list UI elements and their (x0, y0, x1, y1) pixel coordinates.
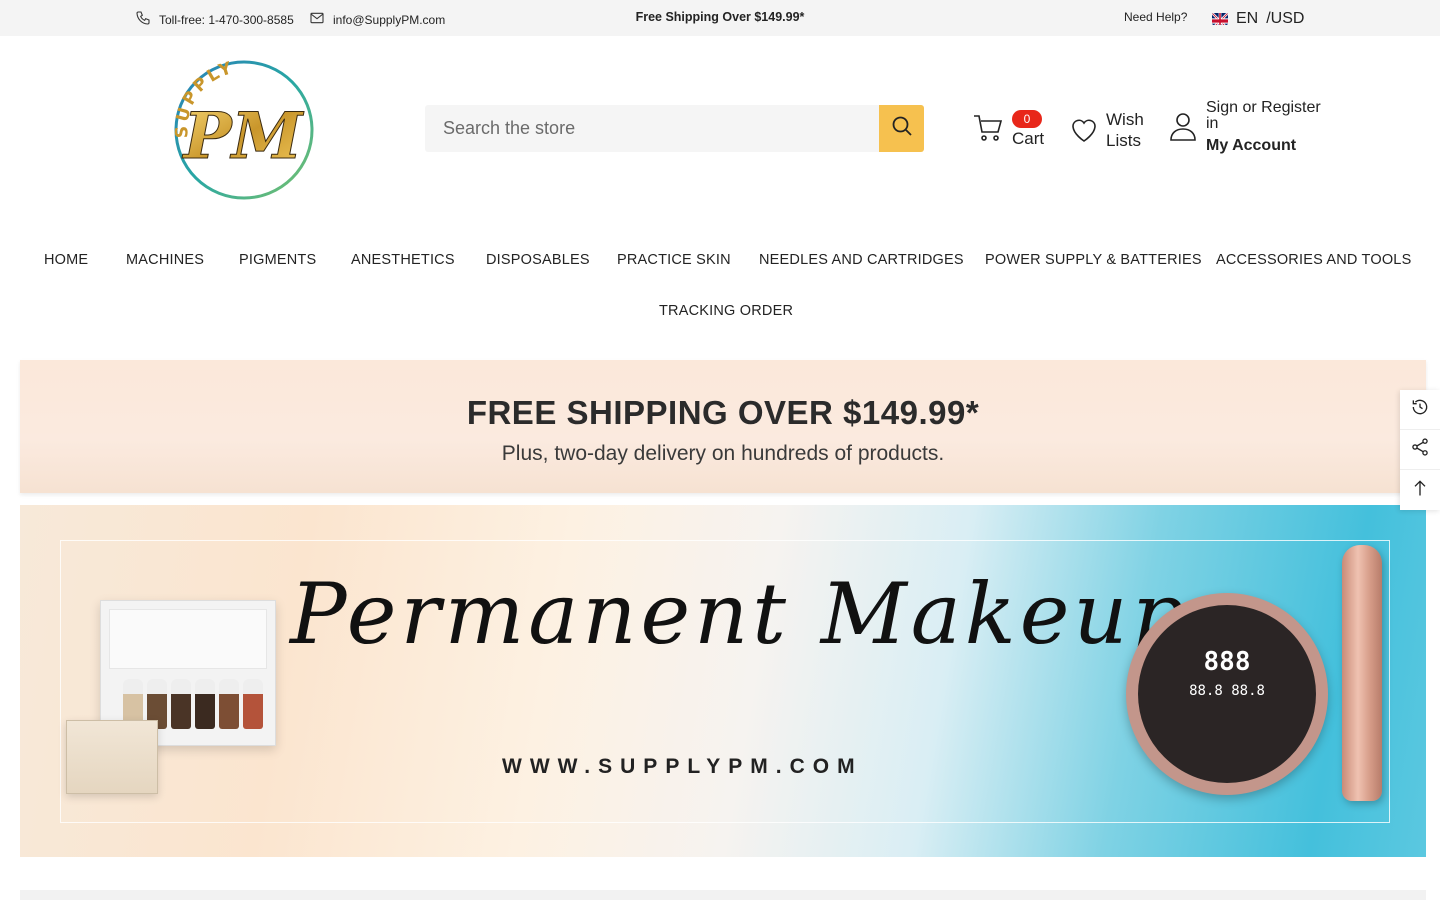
account-menu[interactable]: Sign or Register in My Account (1167, 100, 1327, 160)
nav-practice-skin[interactable]: PRACTICE SKIN (617, 252, 731, 268)
need-help-link[interactable]: Need Help? (1124, 10, 1187, 24)
arrow-up-icon (1410, 478, 1430, 503)
nav-needles-and-cartridges[interactable]: NEEDLES AND CARTRIDGES (759, 252, 964, 268)
nav-anesthetics[interactable]: ANESTHETICS (351, 252, 455, 268)
pigment-bottle (171, 679, 191, 729)
wish-lists-label: Wish Lists (1106, 110, 1144, 150)
hero-banner[interactable]: Permanent Makeup WWW.SUPPLYPM.COM 888 88… (20, 505, 1426, 857)
controller-display: 888 (1203, 647, 1251, 677)
nav-disposables[interactable]: DISPOSABLES (486, 252, 590, 268)
recently-viewed-button[interactable] (1400, 390, 1440, 430)
promo-subtitle: Plus, two-day delivery on hundreds of pr… (501, 442, 945, 465)
language-currency-selector[interactable]: EN /USD (1212, 10, 1304, 28)
nav-tracking-order[interactable]: TRACKING ORDER (659, 303, 793, 319)
top-bar: Toll-free: 1-470-300-8585 info@SupplyPM.… (0, 0, 1440, 36)
cart-button[interactable]: 0 Cart (972, 108, 1052, 152)
nav-power-supply-batteries[interactable]: POWER SUPPLY & BATTERIES (985, 252, 1202, 268)
product-box-image (66, 720, 158, 794)
search-button[interactable] (879, 105, 924, 152)
next-section-edge (20, 890, 1426, 900)
kit-lid (109, 609, 267, 669)
nav-accessories-and-tools[interactable]: ACCESSORIES AND TOOLS (1216, 252, 1411, 268)
free-shipping-banner[interactable]: FREE SHIPPING OVER $149.99* Plus, two-da… (20, 360, 1426, 493)
uk-flag-icon (1212, 13, 1228, 25)
pmu-pen-image (1342, 545, 1382, 801)
heart-icon (1068, 114, 1100, 151)
search-icon (890, 114, 914, 143)
pigment-bottle (219, 679, 239, 729)
controller-display-sub: 88.8 88.8 (1189, 683, 1265, 699)
history-icon (1410, 397, 1430, 422)
wish-lists-button[interactable]: Wish Lists (1068, 108, 1148, 152)
cart-count-badge: 0 (1012, 110, 1042, 128)
language-label: EN (1236, 10, 1259, 27)
side-toolbar (1400, 390, 1440, 510)
pigment-bottle (195, 679, 215, 729)
cart-icon (972, 112, 1004, 149)
nav-machines[interactable]: MACHINES (126, 252, 204, 268)
currency-label: /USD (1266, 10, 1305, 27)
promo-title: FREE SHIPPING OVER $149.99* (466, 394, 980, 431)
search-bar (425, 105, 924, 152)
nav-pigments[interactable]: PIGMENTS (239, 252, 316, 268)
pmu-machine-controller-image: 888 88.8 88.8 (1126, 593, 1328, 795)
pigment-bottle (243, 679, 263, 729)
back-to-top-button[interactable] (1400, 470, 1440, 510)
logo-monogram: PM (182, 99, 305, 174)
nav-home[interactable]: HOME (44, 252, 88, 268)
site-logo[interactable]: SUPPLY PM (170, 56, 316, 202)
hero-script-title: Permanent Makeup (290, 565, 1190, 663)
search-input[interactable] (425, 105, 879, 152)
share-button[interactable] (1400, 430, 1440, 470)
hero-url: WWW.SUPPLYPM.COM (502, 755, 863, 778)
cart-label: Cart (1012, 129, 1045, 148)
my-account-label: My Account (1206, 137, 1297, 154)
share-icon (1410, 437, 1430, 462)
user-icon (1167, 110, 1199, 147)
sign-in-register-link[interactable]: Sign or Register in (1206, 100, 1324, 132)
controller-face: 888 88.8 88.8 (1138, 605, 1316, 783)
